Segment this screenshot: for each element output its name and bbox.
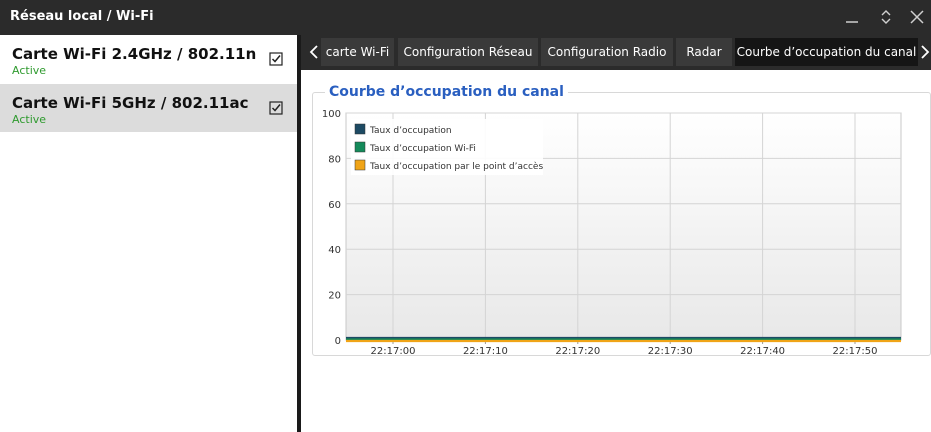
legend-label: Taux d’occupation — [369, 126, 452, 136]
checkbox-checked-icon[interactable] — [269, 52, 283, 66]
chevron-right-icon[interactable] — [918, 43, 931, 61]
occupation-chart: 0 20 40 60 80 100 22:17:00 22:17:10 22:17:20 22:1… — [322, 109, 902, 357]
adapter-item-5ghz[interactable]: Carte Wi-Fi 5GHz / 802.11ac Active — [0, 84, 297, 132]
chevron-up-down-icon — [881, 10, 891, 24]
checkbox-checked-icon[interactable] — [269, 101, 283, 115]
x-tick-label: 22:17:10 — [463, 346, 508, 357]
window-titlebar: Réseau local / Wi-Fi — [0, 0, 931, 35]
x-tick-label: 22:17:20 — [555, 346, 600, 357]
tab-radar[interactable]: Radar — [676, 38, 732, 66]
y-tick-label: 20 — [328, 291, 341, 302]
chevron-left-icon[interactable] — [307, 43, 321, 61]
adapter-list: Carte Wi-Fi 2.4GHz / 802.11n Active Cart… — [0, 35, 297, 432]
close-button[interactable] — [903, 4, 931, 30]
tab-bar: carte Wi-Fi Configuration Réseau Configu… — [301, 35, 931, 70]
y-tick-label: 100 — [322, 109, 341, 120]
close-icon — [910, 10, 924, 24]
tab-configuration-reseau[interactable]: Configuration Réseau — [398, 38, 538, 66]
y-tick-label: 80 — [328, 154, 341, 165]
legend-swatch — [354, 159, 366, 171]
tab-carte-wifi[interactable]: carte Wi-Fi — [321, 38, 394, 66]
tab-configuration-radio[interactable]: Configuration Radio — [541, 38, 673, 66]
legend-swatch — [354, 141, 366, 153]
x-tick-label: 22:17:40 — [740, 346, 785, 357]
y-tick-label: 40 — [328, 245, 341, 256]
legend-swatch — [354, 123, 366, 135]
adapter-name: Carte Wi-Fi 5GHz / 802.11ac — [12, 94, 249, 112]
maximize-button[interactable] — [872, 4, 900, 30]
minimize-button[interactable] — [838, 4, 866, 30]
legend-label: Taux d’occupation par le point d’accès — [369, 161, 543, 172]
x-tick-label: 22:17:30 — [648, 346, 693, 357]
adapter-name: Carte Wi-Fi 2.4GHz / 802.11n — [12, 45, 257, 63]
adapter-status: Active — [12, 64, 47, 77]
window-title: Réseau local / Wi-Fi — [10, 9, 154, 24]
y-tick-label: 60 — [328, 200, 341, 211]
x-tick-label: 22:17:00 — [371, 346, 416, 357]
x-tick-label: 22:17:50 — [833, 346, 878, 357]
legend-label: Taux d’occupation Wi-Fi — [369, 144, 476, 154]
adapter-status: Active — [12, 113, 47, 126]
minimize-icon — [846, 21, 858, 23]
y-tick-label: 0 — [335, 336, 341, 347]
tab-courbe-occupation[interactable]: Courbe d’occupation du canal — [735, 38, 918, 66]
adapter-item-2-4ghz[interactable]: Carte Wi-Fi 2.4GHz / 802.11n Active — [0, 35, 297, 83]
